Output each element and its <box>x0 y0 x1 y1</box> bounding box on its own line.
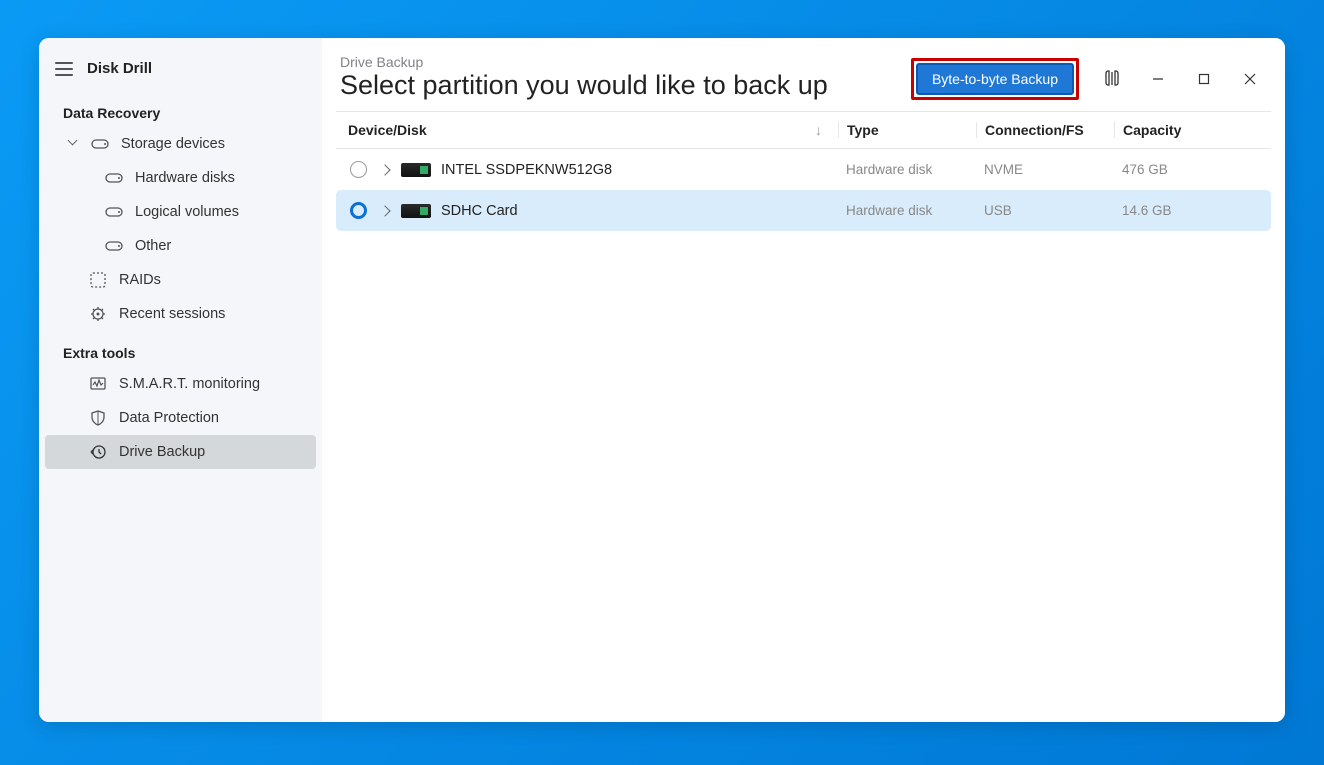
sidebar: Disk Drill Data Recovery Storage devices… <box>39 38 322 722</box>
close-button[interactable] <box>1231 64 1269 94</box>
device-cell: INTEL SSDPEKNW512G8 <box>340 161 838 178</box>
connection-cell: USB <box>976 203 1114 218</box>
col-device-label: Device/Disk <box>348 122 427 138</box>
col-device[interactable]: Device/Disk ↓ <box>340 122 838 138</box>
app-title: Disk Drill <box>87 60 152 77</box>
sidebar-item-storage-devices[interactable]: Storage devices <box>45 127 316 161</box>
shield-icon <box>89 409 107 427</box>
sidebar-item-label: Logical volumes <box>135 204 239 220</box>
section-extra-tools: Extra tools <box>39 331 322 367</box>
connection-cell: NVME <box>976 162 1114 177</box>
sidebar-item-logical-volumes[interactable]: Logical volumes <box>45 195 316 229</box>
capacity-cell: 476 GB <box>1114 162 1271 177</box>
table-row[interactable]: SDHC Card Hardware disk USB 14.6 GB <box>336 190 1271 231</box>
sidebar-item-recent-sessions[interactable]: Recent sessions <box>45 297 316 331</box>
capacity-cell: 14.6 GB <box>1114 203 1271 218</box>
sidebar-item-label: S.M.A.R.T. monitoring <box>119 376 260 392</box>
sort-arrow-icon: ↓ <box>815 122 830 138</box>
radio-icon[interactable] <box>350 161 367 178</box>
help-icon[interactable] <box>1093 64 1131 94</box>
disk-image-icon <box>401 204 431 218</box>
gear-icon <box>89 305 107 323</box>
col-connection-label: Connection/FS <box>985 122 1084 138</box>
sidebar-item-label: RAIDs <box>119 272 161 288</box>
expand-icon[interactable] <box>379 164 390 175</box>
type-cell: Hardware disk <box>838 203 976 218</box>
sidebar-item-data-protection[interactable]: Data Protection <box>45 401 316 435</box>
disk-icon <box>105 237 123 255</box>
sidebar-item-label: Other <box>135 238 171 254</box>
col-connection[interactable]: Connection/FS <box>976 122 1114 138</box>
hamburger-icon[interactable] <box>55 62 73 76</box>
sidebar-item-label: Drive Backup <box>119 444 205 460</box>
disk-icon <box>105 169 123 187</box>
sidebar-item-label: Recent sessions <box>119 306 225 322</box>
sidebar-item-label: Storage devices <box>121 136 225 152</box>
page-title: Select partition you would like to back … <box>340 70 911 101</box>
type-cell: Hardware disk <box>838 162 976 177</box>
main-content: Drive Backup Select partition you would … <box>322 38 1285 722</box>
sidebar-item-label: Data Protection <box>119 410 219 426</box>
header-actions: Byte-to-byte Backup <box>911 58 1269 100</box>
table-header: Device/Disk ↓ Type Connection/FS Capacit… <box>336 111 1271 149</box>
history-icon <box>89 443 107 461</box>
device-cell: SDHC Card <box>340 202 838 219</box>
disk-icon <box>91 135 109 153</box>
device-name: SDHC Card <box>441 203 518 219</box>
raid-icon <box>89 271 107 289</box>
app-window: Disk Drill Data Recovery Storage devices… <box>39 38 1285 722</box>
monitor-icon <box>89 375 107 393</box>
breadcrumb: Drive Backup <box>340 54 911 70</box>
device-table: Device/Disk ↓ Type Connection/FS Capacit… <box>336 111 1271 231</box>
col-type[interactable]: Type <box>838 122 976 138</box>
sidebar-item-hardware-disks[interactable]: Hardware disks <box>45 161 316 195</box>
chevron-down-icon <box>69 139 79 149</box>
sidebar-item-other[interactable]: Other <box>45 229 316 263</box>
col-capacity-label: Capacity <box>1123 122 1181 138</box>
disk-icon <box>105 203 123 221</box>
sidebar-item-smart[interactable]: S.M.A.R.T. monitoring <box>45 367 316 401</box>
radio-icon[interactable] <box>350 202 367 219</box>
col-type-label: Type <box>847 122 879 138</box>
maximize-button[interactable] <box>1185 64 1223 94</box>
annotation-highlight: Byte-to-byte Backup <box>911 58 1079 100</box>
device-name: INTEL SSDPEKNW512G8 <box>441 162 612 178</box>
col-capacity[interactable]: Capacity <box>1114 122 1271 138</box>
expand-icon[interactable] <box>379 205 390 216</box>
section-data-recovery: Data Recovery <box>39 91 322 127</box>
sidebar-item-drive-backup[interactable]: Drive Backup <box>45 435 316 469</box>
header-left: Drive Backup Select partition you would … <box>340 54 911 101</box>
byte-to-byte-backup-button[interactable]: Byte-to-byte Backup <box>916 63 1074 95</box>
sidebar-item-raids[interactable]: RAIDs <box>45 263 316 297</box>
sidebar-item-label: Hardware disks <box>135 170 235 186</box>
table-row[interactable]: INTEL SSDPEKNW512G8 Hardware disk NVME 4… <box>336 149 1271 190</box>
disk-image-icon <box>401 163 431 177</box>
minimize-button[interactable] <box>1139 64 1177 94</box>
sidebar-header: Disk Drill <box>39 50 322 91</box>
main-header: Drive Backup Select partition you would … <box>322 38 1285 111</box>
